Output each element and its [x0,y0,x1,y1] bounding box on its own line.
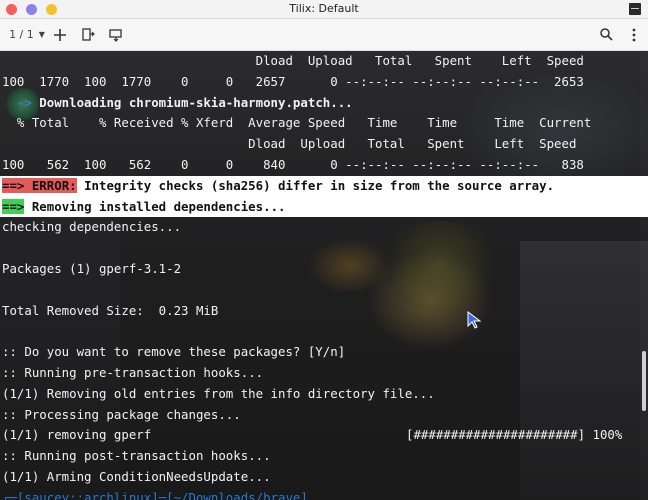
progress-bar-text: [######################] 100% [406,427,623,443]
terminal-line: Dload Upload Total Spent Left Speed [2,136,577,152]
mouse-pointer-icon [467,311,481,329]
terminal-scrollbar[interactable] [640,51,648,500]
search-icon [599,28,613,41]
toolbar: 1 / 1 ▼ [0,19,648,51]
split-down-button[interactable] [106,19,126,50]
search-button[interactable] [596,19,616,50]
error-label: ERROR: [24,177,77,193]
terminal-line: (1/1) Arming ConditionNeedsUpdate... [2,468,271,484]
terminal-line: Dload Upload Total Spent Left Speed [2,53,584,68]
add-terminal-icon [54,28,66,41]
shell-prompt: ┌─[saucey::archlinux]─[~/Downloads/brave… [2,489,308,500]
terminal-line: 100 1770 100 1770 0 0 2657 0 --:--:-- --… [2,73,584,89]
arrow-prefix: -> [2,94,32,110]
error-message: Integrity checks (sha256) differ in size… [76,177,555,193]
terminal-line: -> Downloading chromium-skia-harmony.pat… [0,93,648,114]
terminal-text: (1/1) removing gperf [2,427,152,443]
terminal-line: (1/1) removing gperf [###################… [0,425,648,446]
success-arrow: ==> [2,198,25,214]
session-label: 1 / 1 [9,28,34,41]
terminal-line: :: Processing package changes... [2,406,241,422]
add-terminal-button[interactable] [50,19,70,50]
scrollbar-thumb[interactable] [642,351,646,411]
error-line: ==> ERROR: Integrity checks (sha256) dif… [0,175,648,197]
terminal-line: 100 562 100 562 0 0 840 0 --:--:-- --:--… [2,156,584,172]
terminal-line: :: Do you want to remove these packages?… [2,344,346,360]
terminal-text: Downloading chromium-skia-harmony.patch.… [31,94,353,110]
terminal-line: Total Removed Size: 0.23 MiB [2,302,219,318]
error-arrow: ==> [2,177,25,193]
app-icon [629,3,641,15]
session-switcher[interactable]: 1 / 1 ▼ [6,19,48,50]
window-title: Tilix: Default [289,2,359,15]
title-bar: Tilix: Default [0,0,648,19]
terminal-line: Packages (1) gperf-3.1-2 [2,260,182,276]
terminal-line: (1/1) Removing old entries from the info… [2,385,435,401]
terminal-line: checking dependencies... [2,219,182,235]
split-down-icon [109,28,122,42]
split-right-icon [82,27,95,41]
terminal-line: :: Running post-transaction hooks... [2,448,271,464]
status-line: ==> Removing installed dependencies... [0,196,648,218]
menu-icon [632,28,636,41]
split-right-button[interactable] [78,19,98,50]
status-message: Removing installed dependencies... [24,198,286,214]
menu-button[interactable] [624,19,644,50]
terminal-output: Dload Upload Total Spent Left Speed 100 … [0,51,648,500]
terminal-view[interactable]: Dload Upload Total Spent Left Speed 100 … [0,51,648,500]
terminal-line: % Total % Received % Xferd Average Speed… [2,115,592,131]
terminal-line: :: Running pre-transaction hooks... [2,364,264,380]
chevron-down-icon: ▼ [38,30,45,39]
